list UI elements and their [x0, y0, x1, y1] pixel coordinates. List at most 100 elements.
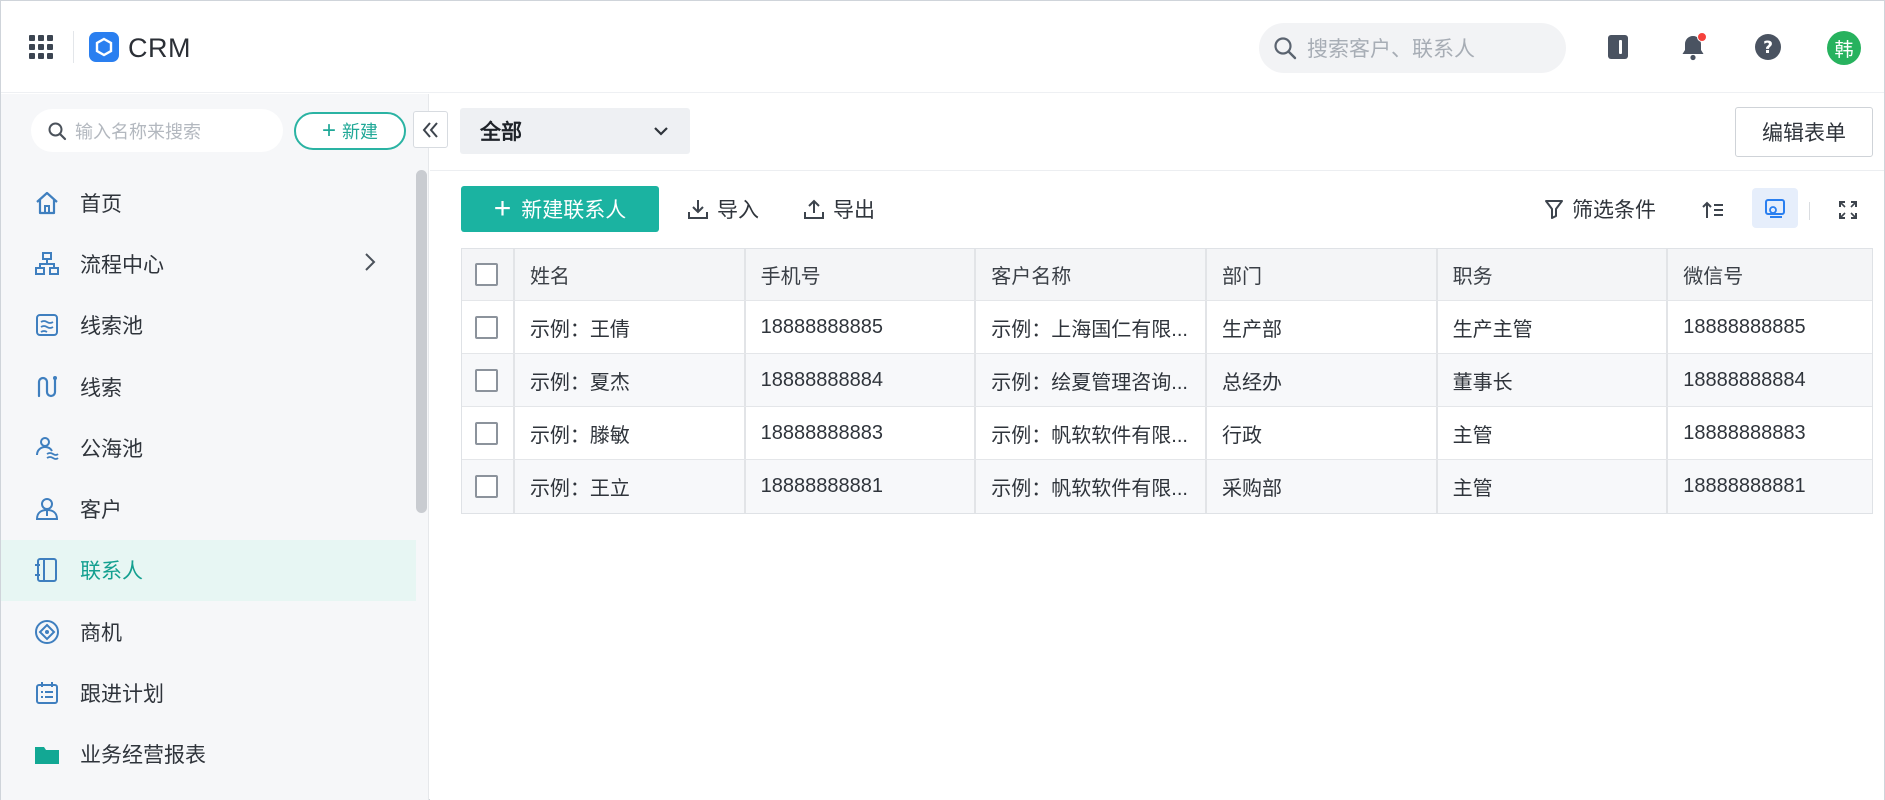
sidebar-item-business-report[interactable]: 业务经营报表 — [1, 724, 416, 785]
cell-department: 采购部 — [1207, 460, 1438, 513]
cell-customer[interactable]: 示例：绘夏管理咨询... — [976, 354, 1207, 406]
public-pool-icon — [34, 435, 60, 461]
notification-badge — [1697, 32, 1707, 42]
row-select-cell — [462, 354, 515, 406]
table-row[interactable]: 示例：滕敏 18888888883 示例：帆软软件有限... 行政 主管 188… — [462, 407, 1872, 460]
cell-wechat: 18888888883 — [1683, 421, 1806, 444]
column-header-customer[interactable]: 客户名称 — [976, 249, 1207, 300]
sidebar-item-opportunities[interactable]: 商机 — [1, 601, 416, 662]
table-header-row: 姓名 手机号 客户名称 部门 职务 微信号 — [462, 249, 1872, 301]
sidebar-new-label: 新建 — [342, 122, 378, 142]
sidebar-item-customers[interactable]: 客户 — [1, 478, 416, 539]
sidebar-new-button[interactable]: + 新建 — [294, 112, 406, 150]
cell-department: 生产部 — [1207, 301, 1438, 353]
home-icon — [34, 190, 60, 216]
cell-phone: 18888888884 — [746, 354, 977, 406]
import-label: 导入 — [717, 199, 759, 222]
view-select-value: 全部 — [480, 121, 522, 144]
cell-wechat: 18888888881 — [1683, 475, 1806, 497]
sidebar-item-home[interactable]: 首页 — [1, 172, 416, 233]
cell-name[interactable]: 示例：夏杰 — [515, 354, 746, 406]
column-header-wechat[interactable]: 微信号 — [1668, 249, 1872, 300]
double-chevron-left-icon — [422, 121, 438, 138]
filter-button[interactable]: 筛选条件 — [1544, 192, 1656, 226]
row-select-cell — [462, 301, 515, 353]
sidebar-nav: 首页 流程中心 线索池 线索 公海池 客户 联系人 商机 跟进计划 业务经营报表 — [1, 172, 416, 785]
crm-logo-icon — [89, 32, 119, 62]
new-contact-label: 新建联系人 — [521, 199, 627, 222]
column-header-phone[interactable]: 手机号 — [746, 249, 977, 300]
download-icon — [688, 200, 708, 219]
divider — [430, 170, 1884, 171]
row-checkbox[interactable] — [475, 421, 498, 445]
cell-name[interactable]: 示例：王立 — [515, 460, 746, 513]
app-title: CRM — [128, 33, 191, 63]
global-search-placeholder: 搜索客户、联系人 — [1307, 38, 1475, 61]
divider — [73, 31, 74, 63]
sidebar-item-label: 联系人 — [80, 560, 143, 584]
divider — [1809, 202, 1810, 220]
global-search-input[interactable]: 搜索客户、联系人 — [1259, 23, 1566, 73]
sidebar-item-contacts[interactable]: 联系人 — [1, 539, 416, 602]
cell-name[interactable]: 示例：滕敏 — [515, 407, 746, 459]
sidebar-item-label: 跟进计划 — [80, 683, 164, 707]
sidebar: 输入名称来搜索 + 新建 首页 流程中心 线索池 线索 公海池 客户 联系人 商… — [1, 94, 448, 800]
lead-pool-icon — [34, 312, 60, 338]
row-checkbox[interactable] — [475, 475, 498, 498]
column-header-position[interactable]: 职务 — [1438, 249, 1669, 300]
row-select-cell — [462, 407, 515, 459]
sidebar-item-flow-center[interactable]: 流程中心 — [1, 233, 416, 294]
import-button[interactable]: 导入 — [687, 192, 759, 226]
collapse-sidebar-button[interactable] — [413, 111, 448, 148]
cell-customer[interactable]: 示例：帆软软件有限... — [976, 460, 1207, 513]
apps-grid-icon[interactable] — [29, 35, 53, 59]
sidebar-search-placeholder: 输入名称来搜索 — [75, 121, 201, 142]
user-avatar[interactable]: 韩 — [1827, 31, 1861, 65]
table-row[interactable]: 示例：王倩 18888888885 示例：上海国仁有限... 生产部 生产主管 … — [462, 301, 1872, 354]
contact-book-icon[interactable] — [1602, 31, 1634, 63]
export-label: 导出 — [833, 199, 875, 222]
table-row[interactable]: 示例：夏杰 18888888884 示例：绘夏管理咨询... 总经办 董事长 1… — [462, 354, 1872, 407]
select-all-checkbox[interactable] — [475, 263, 498, 286]
filter-icon — [1545, 200, 1563, 219]
sidebar-item-label: 业务经营报表 — [80, 744, 206, 768]
cell-customer[interactable]: 示例：帆软软件有限... — [976, 407, 1207, 459]
cell-department: 总经办 — [1207, 354, 1438, 406]
main-content: 全部 编辑表单 + 新建联系人 导入 导出 筛选条件 姓名 手机号 客户名称 部… — [430, 94, 1884, 800]
sidebar-item-leads[interactable]: 线索 — [1, 356, 416, 417]
new-contact-button[interactable]: + 新建联系人 — [461, 186, 659, 232]
upload-icon — [804, 199, 824, 219]
help-icon[interactable]: ? — [1752, 31, 1784, 63]
sidebar-item-label: 公海池 — [80, 437, 143, 461]
fullscreen-button[interactable] — [1825, 190, 1871, 230]
cell-wechat: 18888888884 — [1683, 368, 1806, 391]
view-select[interactable]: 全部 — [460, 108, 690, 154]
row-checkbox[interactable] — [475, 368, 498, 392]
sidebar-item-label: 商机 — [80, 621, 122, 645]
bell-icon[interactable] — [1677, 31, 1709, 63]
customer-icon — [34, 496, 60, 522]
sidebar-search-input[interactable]: 输入名称来搜索 — [31, 109, 283, 152]
view-mode-button[interactable] — [1752, 188, 1798, 228]
chevron-right-icon — [365, 253, 376, 272]
cell-phone: 18888888881 — [746, 460, 977, 513]
sort-button[interactable] — [1690, 190, 1736, 230]
filter-label: 筛选条件 — [1572, 199, 1656, 222]
sidebar-item-lead-pool[interactable]: 线索池 — [1, 295, 416, 356]
table-row[interactable]: 示例：王立 18888888881 示例：帆软软件有限... 采购部 主管 18… — [462, 460, 1872, 513]
cell-name[interactable]: 示例：王倩 — [515, 301, 746, 353]
edit-form-button[interactable]: 编辑表单 — [1735, 107, 1873, 157]
sidebar-scrollbar[interactable] — [416, 170, 427, 513]
cell-customer[interactable]: 示例：上海国仁有限... — [976, 301, 1207, 353]
cell-position: 主管 — [1438, 460, 1669, 513]
column-header-department[interactable]: 部门 — [1207, 249, 1438, 300]
column-header-name[interactable]: 姓名 — [515, 249, 746, 300]
export-button[interactable]: 导出 — [803, 192, 875, 226]
row-checkbox[interactable] — [475, 315, 498, 339]
sidebar-item-public-pool[interactable]: 公海池 — [1, 417, 416, 478]
select-all-cell — [462, 249, 515, 300]
sidebar-item-label: 流程中心 — [80, 253, 164, 277]
sidebar-item-follow-up-plan[interactable]: 跟进计划 — [1, 662, 416, 723]
cell-wechat: 18888888885 — [1683, 315, 1806, 338]
cell-position: 董事长 — [1438, 354, 1669, 406]
